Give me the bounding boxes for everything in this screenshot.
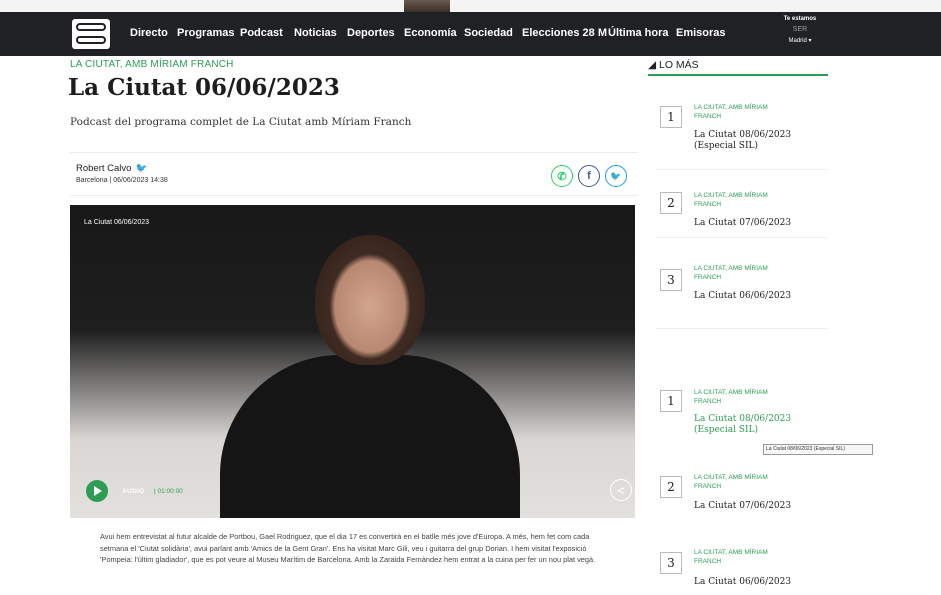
onda-cero-logo[interactable] — [72, 19, 110, 49]
program-link[interactable]: LA CIUTAT, AMB MÍRIAM FRANCH — [70, 59, 234, 70]
lo-mas-title: LO MÁS — [659, 59, 699, 71]
twitter-icon[interactable]: 🐦 — [135, 163, 147, 174]
item-title[interactable]: La Ciutat 06/06/2023 — [694, 577, 824, 588]
lo-mas-item[interactable]: 1 LA CIUTAT, AMB MÍRIAM FRANCH La Ciutat… — [656, 100, 828, 170]
nav-programas[interactable]: Programas — [177, 27, 234, 39]
twitter-share-button[interactable]: 🐦 — [605, 165, 627, 187]
nav-directo[interactable]: Directo — [130, 27, 168, 39]
item-title[interactable]: La Ciutat 08/06/2023 (Especial SIL) — [694, 130, 824, 152]
audio-player[interactable]: La Ciutat 06/06/2023 AUDIO | 01:00:00 < — [70, 205, 635, 518]
station-selector[interactable]: Te estamos SER Madrid ▾ — [770, 16, 830, 44]
item-program[interactable]: LA CIUTAT, AMB MÍRIAM FRANCH — [694, 103, 794, 121]
facebook-share-button[interactable]: f — [578, 165, 600, 187]
lo-mas-item[interactable]: 2 LA CIUTAT, AMB MÍRIAM FRANCH La Ciutat… — [656, 188, 828, 238]
page-title: La Ciutat 06/06/2023 — [68, 74, 340, 101]
item-program[interactable]: LA CIUTAT, AMB MÍRIAM FRANCH — [694, 388, 794, 406]
item-program[interactable]: LA CIUTAT, AMB MÍRIAM FRANCH — [694, 191, 794, 209]
item-program[interactable]: LA CIUTAT, AMB MÍRIAM FRANCH — [694, 264, 794, 282]
hover-tooltip: La Ciutat 08/06/2023 (Especial SIL) — [763, 444, 873, 455]
article-body: Avui hem entrevistat al futur alcalde de… — [100, 532, 596, 564]
nav-emisoras[interactable]: Emisoras — [676, 27, 726, 39]
item-title[interactable]: La Ciutat 08/06/2023 (Especial SIL) — [694, 414, 824, 436]
lo-mas-item[interactable]: 3 LA CIUTAT, AMB MÍRIAM FRANCH La Ciutat… — [656, 548, 828, 593]
play-icon[interactable] — [86, 480, 108, 502]
rank-badge: 3 — [660, 269, 682, 291]
whatsapp-share-button[interactable]: ✆ — [551, 165, 573, 187]
item-title[interactable]: La Ciutat 07/06/2023 — [694, 218, 824, 229]
listen-line1: Te estamos — [783, 16, 817, 22]
author: Robert Calvo 🐦 — [76, 163, 147, 174]
nav-economia[interactable]: Economía — [404, 27, 457, 39]
presenter-image-body — [220, 355, 520, 518]
rank-badge: 2 — [660, 476, 682, 498]
nav-deportes[interactable]: Deportes — [347, 27, 395, 39]
main-navbar: Directo Programas Podcast Noticias Depor… — [0, 12, 941, 56]
rank-badge: 1 — [660, 106, 682, 128]
listen-line3: Madrid ▾ — [788, 38, 812, 44]
nav-elecciones[interactable]: Elecciones 28 M — [522, 27, 607, 39]
player-title: La Ciutat 06/06/2023 — [84, 219, 149, 226]
rank-badge: 3 — [660, 552, 682, 574]
page-subtitle: Podcast del programa complet de La Ciuta… — [70, 116, 412, 128]
lo-mas-item[interactable]: 2 LA CIUTAT, AMB MÍRIAM FRANCH La Ciutat… — [656, 473, 828, 523]
lo-mas-heading: ◢ LO MÁS — [648, 56, 828, 76]
item-title[interactable]: La Ciutat 07/06/2023 — [694, 501, 824, 512]
listen-line2: SER — [792, 26, 808, 33]
byline: Robert Calvo 🐦 Barcelona | 06/06/2023 14:… — [70, 152, 638, 196]
lo-mas-item[interactable]: 1 LA CIUTAT, AMB MÍRIAM FRANCH La Ciutat… — [656, 388, 828, 448]
rank-badge: 1 — [660, 390, 682, 412]
nav-ultima-hora[interactable]: Última hora — [608, 27, 669, 39]
lo-mas-item[interactable]: 3 LA CIUTAT, AMB MÍRIAM FRANCH La Ciutat… — [656, 261, 828, 329]
nav-noticias[interactable]: Noticias — [294, 27, 337, 39]
audio-time: | 01:00:00 — [154, 488, 183, 495]
top-strip — [0, 0, 941, 12]
item-program[interactable]: LA CIUTAT, AMB MÍRIAM FRANCH — [694, 548, 794, 566]
share-icon[interactable]: < — [610, 479, 632, 501]
thumbnail-image — [404, 0, 450, 12]
item-title[interactable]: La Ciutat 06/06/2023 — [694, 291, 824, 302]
presenter-image-head — [315, 235, 425, 365]
rank-badge: 2 — [660, 192, 682, 214]
audio-label: AUDIO — [122, 488, 145, 495]
dateline: Barcelona | 06/06/2023 14:38 — [76, 177, 168, 184]
author-name[interactable]: Robert Calvo — [76, 163, 131, 174]
nav-sociedad[interactable]: Sociedad — [464, 27, 513, 39]
nav-podcast[interactable]: Podcast — [240, 27, 283, 39]
item-program[interactable]: LA CIUTAT, AMB MÍRIAM FRANCH — [694, 473, 794, 491]
